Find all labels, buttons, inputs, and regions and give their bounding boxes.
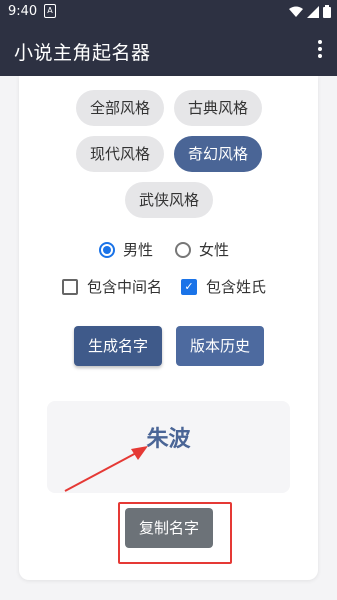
annotation-arrow (64, 446, 148, 492)
